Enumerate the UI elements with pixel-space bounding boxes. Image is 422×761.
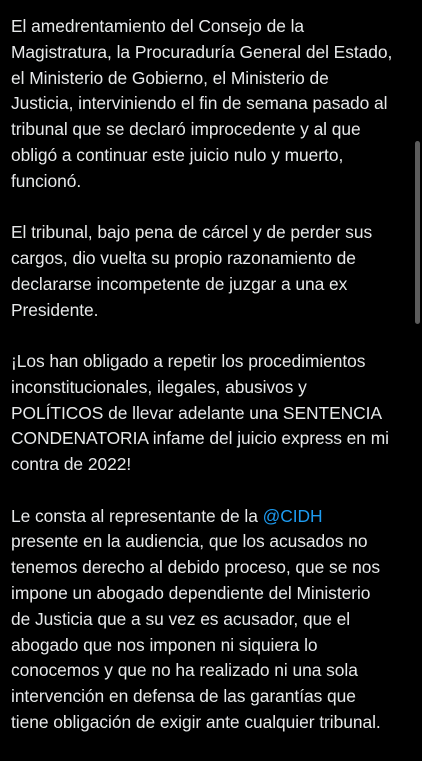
scrollbar-thumb[interactable] (415, 141, 420, 324)
post-text: El amedrentamiento del Consejo de la Mag… (11, 14, 411, 761)
mention-link-cidh[interactable]: @CIDH (263, 506, 323, 526)
post-paragraph-1: El amedrentamiento del Consejo de la Mag… (11, 16, 393, 191)
post-paragraph-3: ¡Los han obligado a repetir los procedim… (11, 350, 389, 475)
post-paragraph-2: El tribunal, bajo pena de cárcel y de pe… (11, 222, 373, 320)
post-paragraph-4: Le consta al representante de la @CIDH p… (11, 504, 411, 736)
paragraph-text-before-mention: Le consta al representante de la (11, 505, 263, 526)
paragraph-text-after-mention: presente en la audiencia, que los acusad… (11, 531, 381, 732)
